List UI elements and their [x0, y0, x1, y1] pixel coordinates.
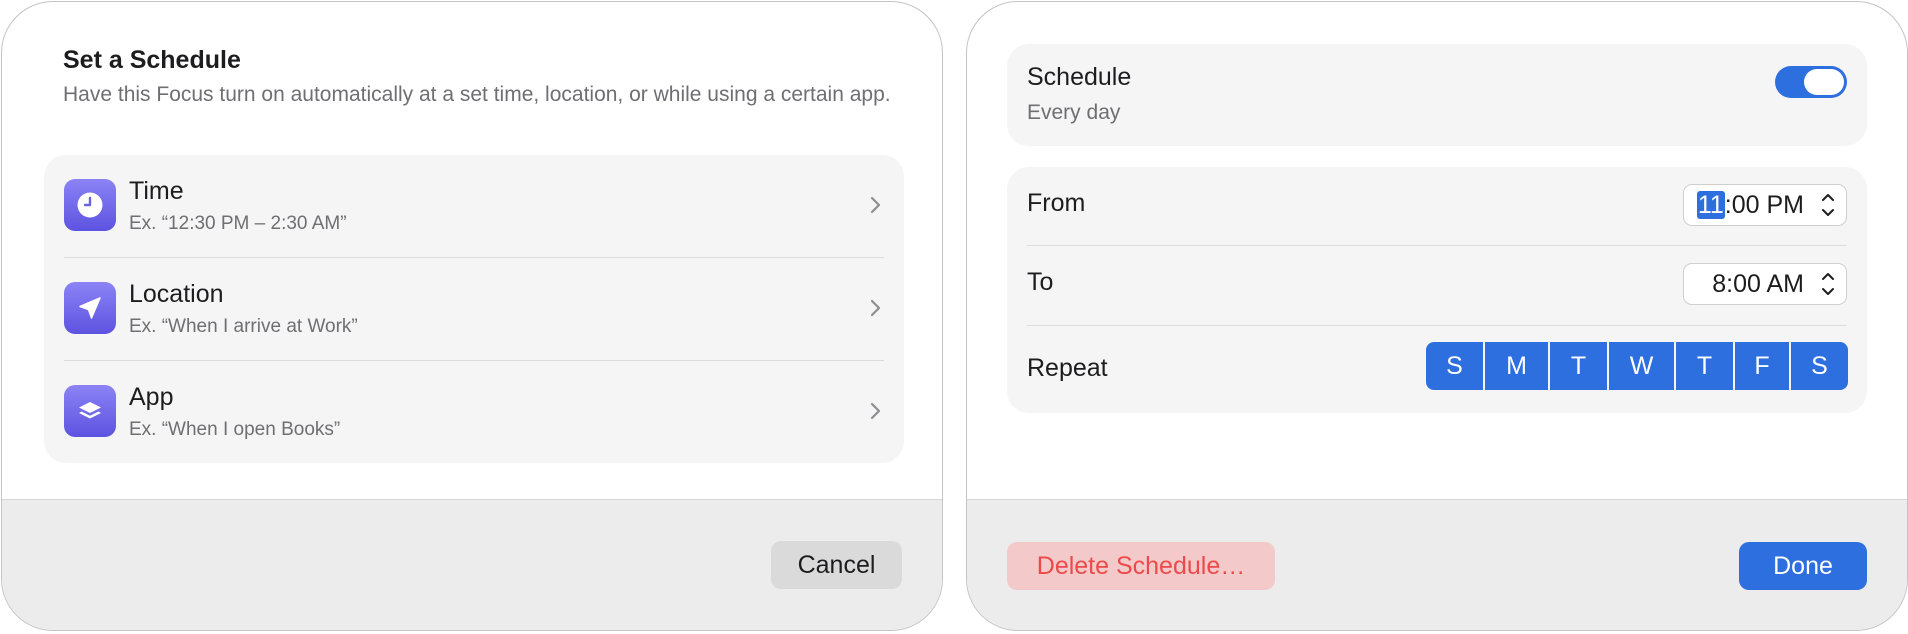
done-button[interactable]: Done — [1739, 542, 1867, 590]
sheet-subtitle: Have this Focus turn on automatically at… — [63, 83, 891, 106]
day-saturday[interactable]: S — [1791, 342, 1848, 390]
cancel-button[interactable]: Cancel — [771, 541, 902, 589]
day-sunday[interactable]: S — [1426, 342, 1483, 390]
weekday-selector: S M T W T F S — [1426, 342, 1848, 390]
option-time-title: Time — [129, 177, 184, 205]
repeat-row: Repeat S M T W T F S — [1007, 326, 1867, 413]
chevron-right-icon — [870, 299, 881, 317]
time-settings-card: From 11:00 PM To 8:00 AM Repeat S M T W … — [1007, 167, 1867, 413]
from-label: From — [1027, 189, 1086, 217]
option-location-example: Ex. “When I arrive at Work” — [129, 316, 358, 337]
schedule-toggle-card: Schedule Every day — [1007, 44, 1867, 146]
from-row: From 11:00 PM — [1007, 167, 1867, 246]
from-time-value: 11:00 PM — [1696, 191, 1804, 220]
option-app[interactable]: App Ex. “When I open Books” — [44, 361, 904, 464]
stepper-icon[interactable] — [1818, 268, 1838, 300]
from-time-rest: :00 PM — [1724, 191, 1804, 219]
sheet-title: Set a Schedule — [63, 46, 241, 74]
repeat-label: Repeat — [1027, 354, 1108, 382]
option-app-example: Ex. “When I open Books” — [129, 419, 341, 440]
option-location-title: Location — [129, 280, 224, 308]
location-arrow-icon — [64, 282, 116, 334]
option-time-example: Ex. “12:30 PM – 2:30 AM” — [129, 213, 347, 234]
to-row: To 8:00 AM — [1007, 246, 1867, 326]
toggle-knob — [1804, 69, 1844, 95]
sheet-footer: Delete Schedule… Done — [967, 499, 1907, 630]
sheet-footer: Cancel — [2, 499, 942, 630]
day-monday[interactable]: M — [1485, 342, 1548, 390]
to-label: To — [1027, 268, 1054, 296]
day-wednesday[interactable]: W — [1609, 342, 1674, 390]
stepper-icon[interactable] — [1818, 189, 1838, 221]
day-thursday[interactable]: T — [1676, 342, 1733, 390]
option-time[interactable]: Time Ex. “12:30 PM – 2:30 AM” — [44, 155, 904, 258]
option-location[interactable]: Location Ex. “When I arrive at Work” — [44, 258, 904, 361]
from-time-field[interactable]: 11:00 PM — [1683, 184, 1847, 226]
chevron-right-icon — [870, 402, 881, 420]
delete-schedule-button[interactable]: Delete Schedule… — [1007, 542, 1275, 590]
option-app-title: App — [129, 383, 174, 411]
trigger-options-list: Time Ex. “12:30 PM – 2:30 AM” Location E… — [44, 155, 904, 463]
schedule-editor-sheet: Schedule Every day From 11:00 PM To 8:00… — [966, 1, 1908, 631]
clock-icon — [64, 179, 116, 231]
day-tuesday[interactable]: T — [1550, 342, 1607, 390]
from-hour-segment[interactable]: 11 — [1696, 191, 1725, 219]
to-time-value: 8:00 AM — [1712, 270, 1804, 298]
schedule-label: Schedule — [1027, 63, 1132, 91]
to-time-field[interactable]: 8:00 AM — [1683, 263, 1847, 305]
schedule-summary: Every day — [1027, 101, 1121, 124]
schedule-toggle[interactable] — [1775, 66, 1847, 98]
day-friday[interactable]: F — [1735, 342, 1789, 390]
chevron-right-icon — [870, 196, 881, 214]
app-stack-icon — [64, 385, 116, 437]
set-schedule-sheet: Set a Schedule Have this Focus turn on a… — [1, 1, 943, 631]
